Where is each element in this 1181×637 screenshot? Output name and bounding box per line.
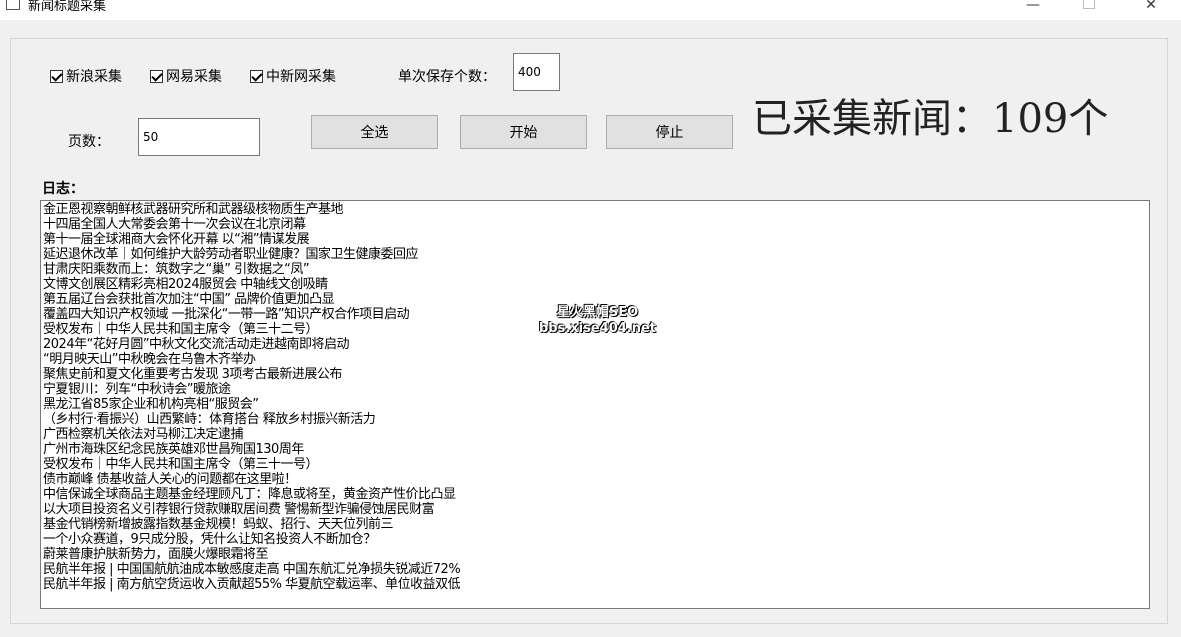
log-lines: 金正恩视察朝鲜核武器研究所和武器级核物质生产基地 十四届全国人大常委会第十一次会议… <box>43 202 1149 592</box>
log-line: 金正恩视察朝鲜核武器研究所和武器级核物质生产基地 <box>43 202 344 217</box>
log-line: 广西检察机关依法对马柳江决定逮捕 <box>43 427 244 442</box>
save-count-label: 单次保存个数： <box>398 69 496 85</box>
chinanews-checkbox[interactable]: 中新网采集 <box>250 66 336 86</box>
log-line: 延迟退休改革｜如何维护大龄劳动者职业健康？国家卫生健康委回应 <box>43 247 419 262</box>
app-window: 新闻标题采集 — ✕ 新浪采集 网易采集 中新网采集 单次保存个数： 400 页… <box>0 0 1181 637</box>
log-line: 基金代销榜新增披露指数基金规模！蚂蚁、招行、天天位列前三 <box>43 517 394 532</box>
maximize-icon <box>1083 0 1095 9</box>
collected-count: 已采集新闻：109个 <box>752 96 1109 142</box>
save-count-input[interactable]: 400 <box>513 53 560 91</box>
log-line: 以大项目投资名义引荐银行贷款赚取居间费 警惕新型诈骗侵蚀居民财富 <box>43 502 435 517</box>
pages-label: 页数： <box>68 134 110 150</box>
checkbox-checked-icon <box>50 69 63 83</box>
minimize-icon: — <box>1026 0 1040 13</box>
pages-input[interactable]: 50 <box>138 118 260 156</box>
netease-checkbox-label: 网易采集 <box>166 69 222 85</box>
log-line: 民航半年报 | 中国国航航油成本敏感度走高 中国东航汇兑净损失锐减近72% <box>43 562 461 577</box>
log-line: 文博文创展区精彩亮相2024服贸会 中轴线文创吸睛 <box>43 277 328 292</box>
checkbox-checked-icon <box>150 69 163 83</box>
log-line: 第十一届全球湘商大会怀化开幕 以“湘”情谋发展 <box>43 232 310 247</box>
chinanews-checkbox-label: 中新网采集 <box>266 69 336 85</box>
log-line: 十四届全国人大常委会第十一次会议在北京闭幕 <box>43 217 306 232</box>
close-icon: ✕ <box>1145 0 1157 13</box>
close-button[interactable]: ✕ <box>1128 0 1174 20</box>
log-line: 宁夏银川：列车“中秋诗会”暖旅途 <box>43 382 231 397</box>
window-title: 新闻标题采集 <box>28 0 107 14</box>
log-line: 广州市海珠区纪念民族英雄邓世昌殉国130周年 <box>43 442 304 457</box>
stop-button[interactable]: 停止 <box>606 115 733 149</box>
watermark: 星火黑帽SEO bbs.xise404.net <box>530 305 665 337</box>
select-all-button[interactable]: 全选 <box>311 115 438 149</box>
log-line: 一个小众赛道，9只成分股，凭什么让知名投资人不断加仓？ <box>43 532 376 547</box>
netease-checkbox[interactable]: 网易采集 <box>150 66 222 86</box>
minimize-button[interactable]: — <box>1010 0 1056 20</box>
log-line: 中信保诚全球商品主题基金经理顾凡丁：降息或将至，黄金资产性价比凸显 <box>43 487 456 502</box>
log-line: 2024年“花好月圆”中秋文化交流活动走进越南即将启动 <box>43 337 350 352</box>
log-line: 民航半年报 | 南方航空货运收入贡献超55% 华夏航空载运率、单位收益双低 <box>43 577 461 592</box>
log-line: 甘肃庆阳乘数而上：筑数字之“巢” 引数据之“凤” <box>43 262 310 277</box>
window-bottom-edge <box>0 632 1181 637</box>
sina-checkbox[interactable]: 新浪采集 <box>50 66 122 86</box>
title-bar: 新闻标题采集 — ✕ <box>0 0 1181 20</box>
log-line: 聚焦史前和夏文化重要考古发现 3项考古最新进展公布 <box>43 367 342 382</box>
checkbox-checked-icon <box>250 69 263 83</box>
start-button[interactable]: 开始 <box>460 115 587 149</box>
app-window-icon <box>6 0 20 10</box>
maximize-button[interactable] <box>1066 0 1112 20</box>
watermark-line1: 星火黑帽SEO <box>556 305 639 320</box>
log-line: 受权发布｜中华人民共和国主席令（第三十一号） <box>43 457 319 472</box>
log-line: 蔚莱普康护肤新势力，面膜火爆眼霜将至 <box>43 547 269 562</box>
log-line: 债市巅峰 债基收益人关心的问题都在这里啦！ <box>43 472 297 487</box>
log-textarea[interactable]: 金正恩视察朝鲜核武器研究所和武器级核物质生产基地 十四届全国人大常委会第十一次会议… <box>40 200 1150 609</box>
log-label: 日志： <box>40 178 86 198</box>
log-line: “明月映天山”中秋晚会在乌鲁木齐举办 <box>43 352 256 367</box>
log-line: 黑龙江省85家企业和机构亮相“服贸会” <box>43 397 259 412</box>
watermark-line2: bbs.xise404.net <box>538 321 657 336</box>
log-line: （乡村行·看振兴）山西繁峙：体育搭台 释放乡村振兴新活力 <box>43 412 376 427</box>
sina-checkbox-label: 新浪采集 <box>66 69 122 85</box>
